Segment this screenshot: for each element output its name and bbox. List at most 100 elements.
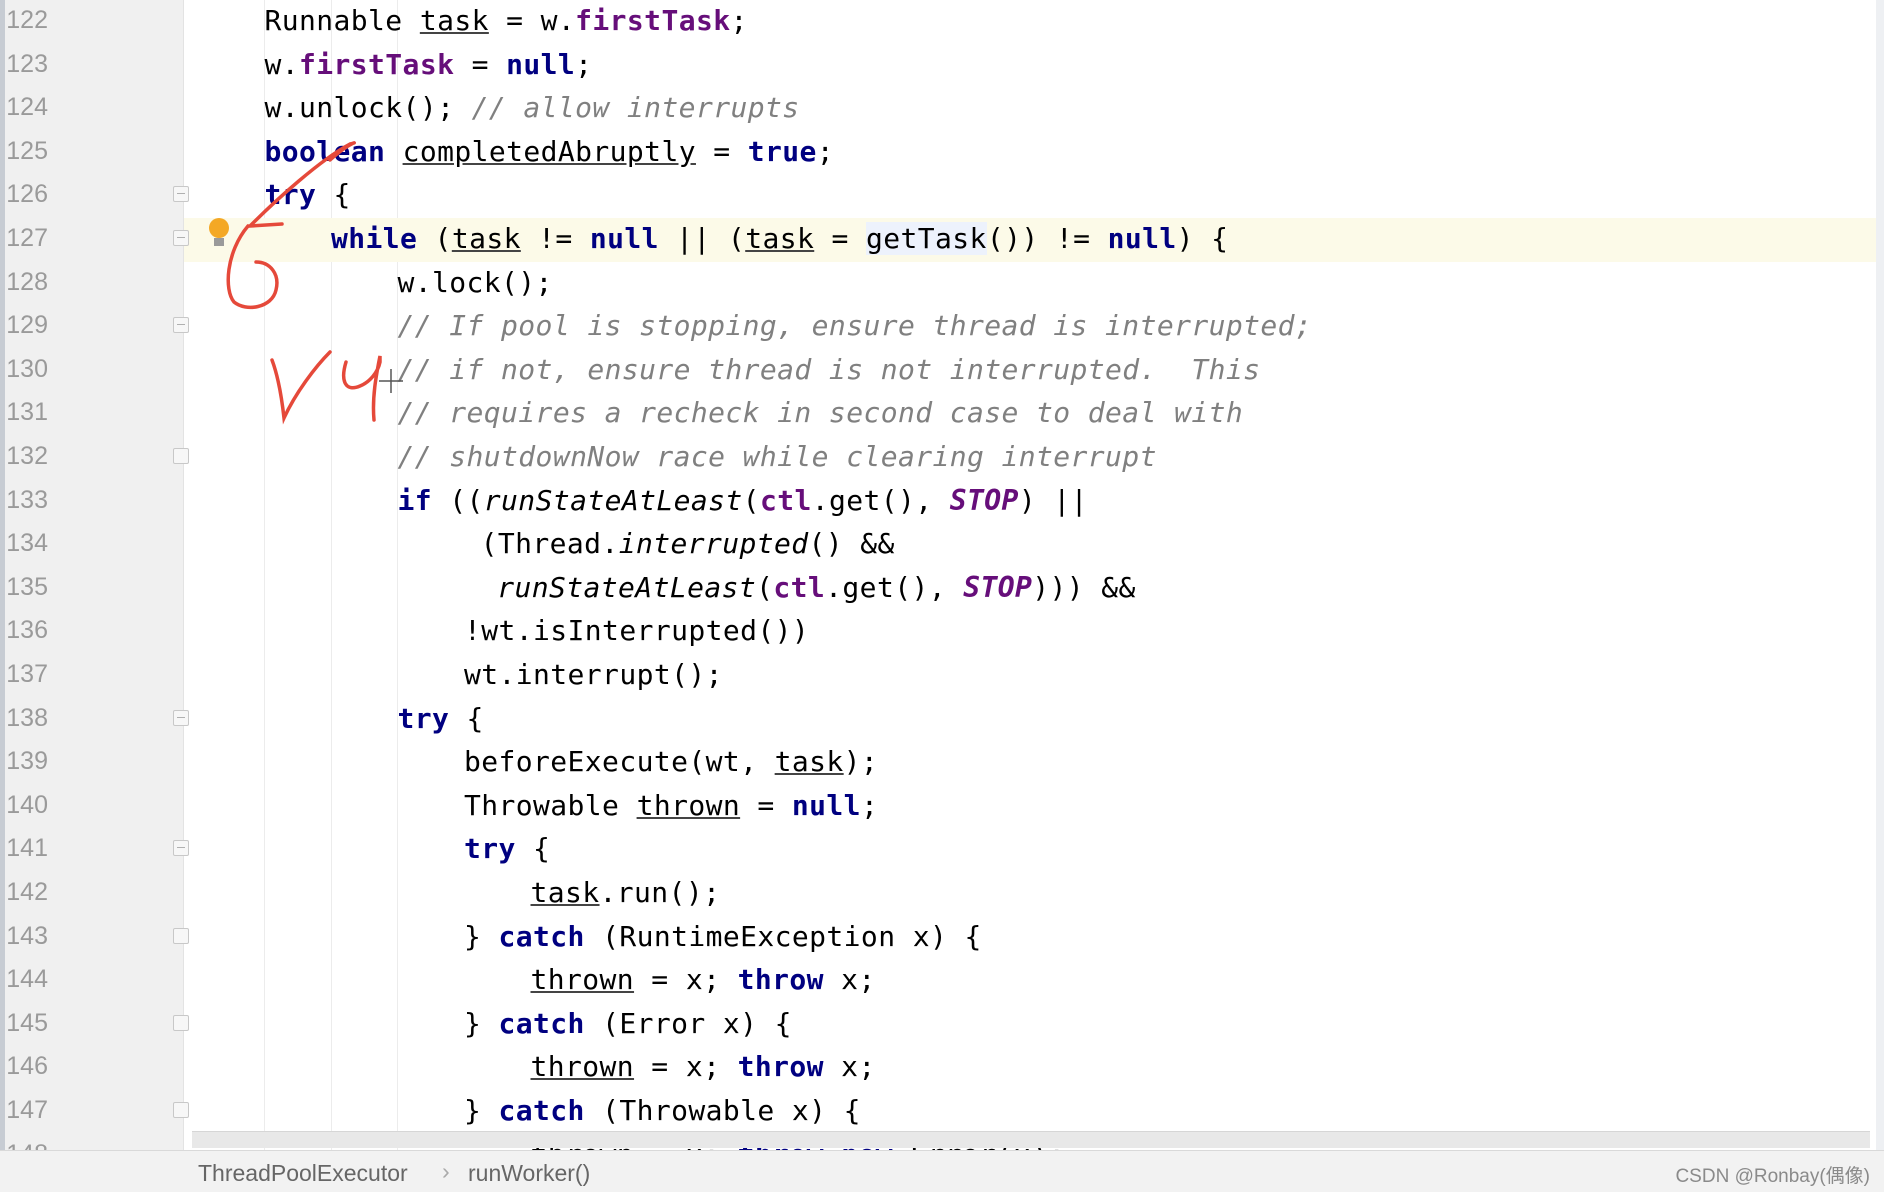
line-number: 122 [6,6,48,34]
code-token: ; [816,134,835,168]
code-line[interactable]: 143} catch (RuntimeException x) { [0,915,1884,959]
code-line[interactable]: 139 beforeExecute(wt, task); [0,740,1884,784]
code-text: w.unlock(); // allow interrupts [265,86,800,130]
code-editor[interactable]: 122 Runnable task = w.firstTask; 123 w.firs… [0,0,1884,1150]
code-text: wt.interrupt(); [464,653,723,697]
code-token: catch [498,1094,585,1127]
code-token: } [464,919,499,953]
code-token: task [774,745,844,779]
line-number: 146 [6,1052,48,1081]
code-line[interactable]: 130 // if not, ensure thread is not inter… [0,348,1884,392]
code-line[interactable]: 126 try { [0,173,1884,217]
line-number: 144 [6,965,48,994]
code-token: x; [823,1050,876,1084]
lightbulb-icon[interactable] [209,218,229,238]
code-token: ))) && [1032,570,1136,604]
line-number: 141 [6,834,48,863]
fold-marker-icon[interactable] [173,1102,189,1118]
fold-marker-icon[interactable] [173,448,189,464]
code-token: || ( [658,222,746,255]
code-line[interactable]: 134 (Thread.interrupted() && [0,522,1884,566]
code-token: if [397,483,433,517]
code-line[interactable]: 128 w.lock(); [0,261,1884,305]
code-token: .get(), [811,483,950,517]
code-line[interactable]: 138 try { [0,697,1884,741]
code-token: throw [737,963,824,997]
fold-marker-icon[interactable] [173,317,189,334]
line-number: 128 [6,267,48,296]
code-token: () && [808,527,895,561]
code-token: // shutdownNow race while clearing inter… [397,440,1157,473]
code-line[interactable]: 133 if ((runStateAtLeast(ctl.get(), STOP)… [0,479,1884,523]
code-token: try [397,701,450,735]
code-token: throw [737,1050,824,1084]
code-text: // shutdownNow race while clearing inter… [398,435,1157,479]
line-number: 137 [6,660,48,688]
line-number: 123 [6,49,48,78]
code-line[interactable]: 123 w.firstTask = null; [0,43,1884,87]
code-text: w.firstTask = null; [265,43,593,87]
code-token: try [264,178,317,212]
code-text: // requires a recheck in second case to … [398,391,1244,435]
watermark: CSDN @Ronbay(偶像) [1675,1166,1870,1187]
code-text: while (task != null || (task = getTask()… [331,217,1228,261]
code-token: (RuntimeException x) { [584,919,982,953]
code-line[interactable]: 122 Runnable task = w.firstTask; [0,0,1884,43]
line-number: 147 [6,1096,48,1124]
code-line[interactable]: 142 task.run(); [0,871,1884,915]
code-token: task [530,876,600,909]
code-line[interactable]: 135 runStateAtLeast(ctl.get(), STOP))) && [0,566,1884,610]
code-line[interactable]: 147} catch (Throwable x) { [0,1089,1884,1133]
code-line[interactable]: 140 Throwable thrown = null; [0,784,1884,828]
code-line[interactable]: 141 try { [0,827,1884,871]
code-token: true [747,134,817,168]
fold-marker-icon[interactable] [173,927,189,944]
code-token: runStateAtLeast [497,570,757,604]
code-line[interactable]: 137 wt.interrupt(); [0,653,1884,697]
code-token: ) { [1176,222,1229,255]
code-token: = x; [634,963,738,997]
code-token: task [451,222,521,255]
code-text: boolean completedAbruptly = true; [265,130,835,174]
code-token: = x; [634,1050,738,1084]
breadcrumb-class[interactable]: ThreadPoolExecutor [198,1160,408,1187]
code-token: Runnable [264,4,420,37]
code-line[interactable]: 125 boolean completedAbruptly = true; [0,130,1884,174]
code-line[interactable]: 129 // If pool is stopping, ensure thread… [0,304,1884,348]
code-line[interactable]: 127 while (task != null || (task = getTas… [0,217,1884,261]
code-line[interactable]: 145} catch (Error x) { [0,1002,1884,1046]
code-token: } [464,1094,499,1127]
fold-marker-icon[interactable] [173,840,189,857]
right-edge-bar [1876,0,1884,1150]
code-line[interactable]: 131 // requires a recheck in second case … [0,391,1884,435]
code-line[interactable]: 132 // shutdownNow race while clearing in… [0,435,1884,479]
code-token: w.lock(); [397,265,553,299]
code-token: null [589,222,659,255]
code-token: STOP [963,570,1033,604]
code-token: thrown [530,963,635,997]
code-token: = [814,222,867,255]
code-token: ; [860,788,879,822]
fold-marker-icon[interactable] [173,709,189,726]
line-number: 125 [6,136,48,165]
code-token: w. [264,47,300,81]
code-text: } catch (Error x) { [464,1002,792,1046]
code-token: w.unlock(); [264,91,472,125]
fold-marker-icon[interactable] [173,1014,189,1031]
code-line[interactable]: 136 !wt.isInterrupted()) [0,609,1884,653]
breadcrumb-method[interactable]: runWorker() [468,1160,590,1187]
code-token: boolean [264,134,386,168]
code-token: // If pool is stopping, ensure thread is… [397,309,1313,343]
code-token: } [464,1006,499,1040]
code-line[interactable]: 146 thrown = x; throw x; [0,1045,1884,1089]
code-line[interactable]: 144 thrown = x; throw x; [0,958,1884,1002]
fold-marker-icon[interactable] [173,230,189,246]
fold-marker-icon[interactable] [173,186,189,203]
breadcrumb-separator: › [442,1158,450,1184]
code-token: ) || [1018,483,1088,517]
horizontal-scrollbar[interactable] [192,1131,1870,1148]
line-number: 138 [6,703,48,732]
code-line[interactable]: 124 w.unlock(); // allow interrupts [0,86,1884,130]
code-text: try { [398,697,484,741]
